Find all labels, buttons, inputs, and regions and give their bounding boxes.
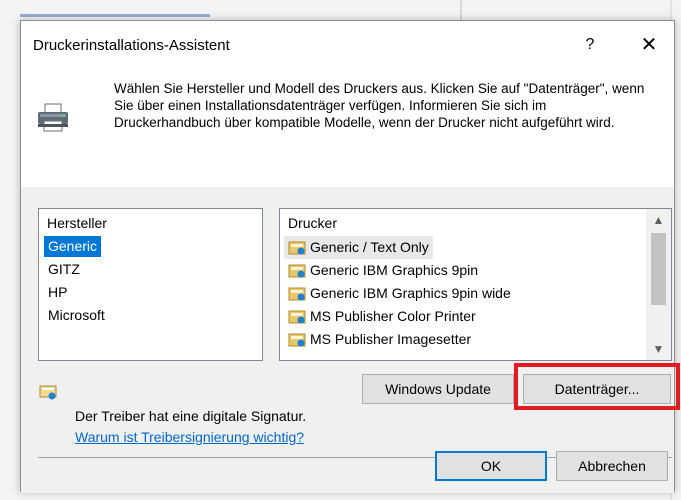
close-button[interactable]: ✕ [635, 31, 663, 59]
printer-item[interactable]: MS Publisher Color Printer [284, 305, 480, 328]
printer-item[interactable]: MS Publisher Imagesetter [284, 328, 475, 351]
cancel-button[interactable]: Abbrechen [556, 451, 668, 481]
manufacturer-item[interactable]: Microsoft [44, 305, 109, 326]
help-button[interactable]: ? [577, 31, 603, 59]
dialog-title: Druckerinstallations-Assistent [33, 37, 230, 54]
background-decoration [20, 14, 210, 17]
instructions-text: Wählen Sie Hersteller und Modell des Dru… [114, 81, 645, 130]
scroll-up-icon[interactable]: ▲ [646, 209, 671, 231]
ok-button[interactable]: OK [435, 451, 547, 481]
printer-item-label: Generic IBM Graphics 9pin [310, 262, 479, 278]
scrollbar-thumb[interactable] [651, 233, 666, 305]
signature-status: Der Treiber hat eine digitale Signatur. [75, 408, 307, 424]
driver-icon [288, 262, 306, 280]
printer-item[interactable]: Generic / Text Only [284, 236, 433, 259]
printer-list[interactable]: Drucker Generic / Text Only Generic IBM … [279, 208, 672, 361]
manufacturer-item[interactable]: Generic [44, 236, 102, 257]
windows-update-button[interactable]: Windows Update [362, 374, 514, 404]
driver-icon [288, 331, 306, 349]
driver-icon [288, 239, 306, 257]
driver-icon [288, 308, 306, 326]
printer-item-label: Generic / Text Only [310, 239, 429, 255]
dialog-header: Wählen Sie Hersteller und Modell des Dru… [21, 65, 674, 188]
title-bar: Druckerinstallations-Assistent ? ✕ [21, 21, 674, 65]
printer-item-label: MS Publisher Color Printer [310, 308, 476, 324]
printer-item[interactable]: Generic IBM Graphics 9pin [284, 259, 482, 282]
driver-icon [288, 285, 306, 303]
signature-info-link[interactable]: Warum ist Treibersignierung wichtig? [75, 429, 304, 445]
scroll-down-icon[interactable]: ▼ [646, 338, 671, 360]
printer-wizard-dialog: Druckerinstallations-Assistent ? ✕ Wähle… [20, 20, 680, 493]
certificate-icon [39, 385, 57, 401]
printer-icon [36, 103, 70, 133]
printer-list-scrollbar[interactable]: ▲ ▼ [646, 209, 671, 360]
manufacturer-item[interactable]: GITZ [44, 259, 84, 280]
printer-item[interactable]: Generic IBM Graphics 9pin wide [284, 282, 515, 305]
manufacturer-list[interactable]: Hersteller Generic GITZ HP Microsoft [38, 208, 263, 361]
manufacturer-item[interactable]: HP [44, 282, 71, 303]
manufacturer-list-header: Hersteller [47, 215, 107, 231]
dialog-body: Hersteller Generic GITZ HP Microsoft Dru… [21, 187, 680, 493]
printer-list-header: Drucker [288, 215, 338, 231]
highlight-box [514, 363, 680, 410]
printer-item-label: Generic IBM Graphics 9pin wide [310, 285, 511, 301]
printer-item-label: MS Publisher Imagesetter [310, 331, 472, 347]
